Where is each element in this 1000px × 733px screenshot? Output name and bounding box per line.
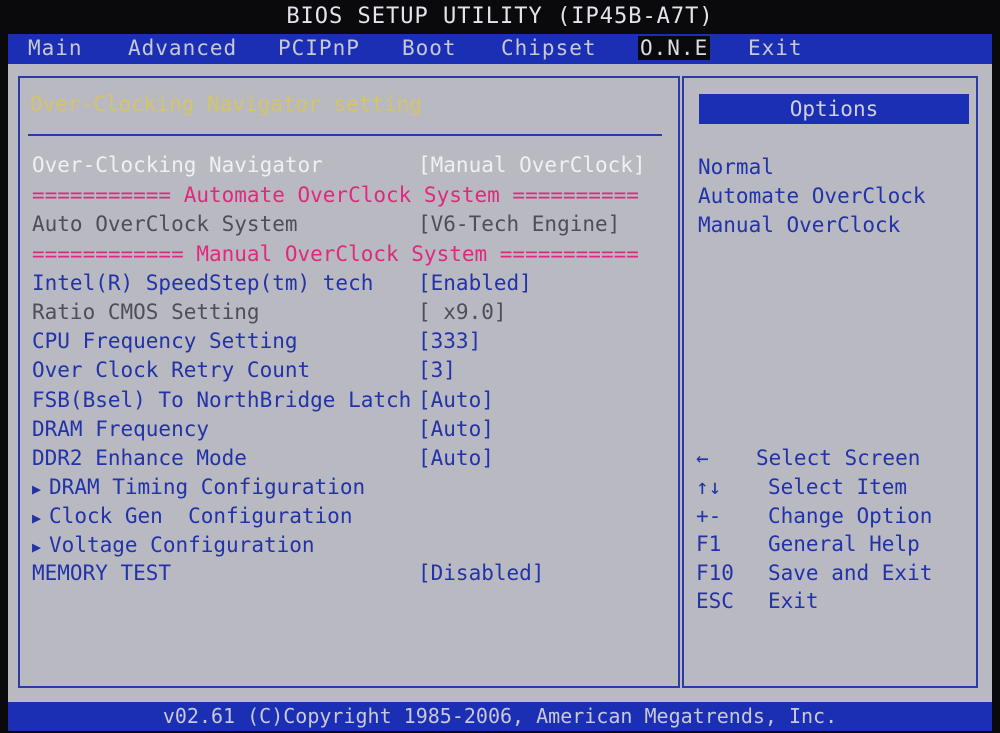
- key-left-arrow-icon: ←: [696, 446, 709, 470]
- submenu-voltage-label: Voltage Configuration: [49, 533, 315, 557]
- setting-speedstep-label[interactable]: Intel(R) SpeedStep(tm) tech: [32, 271, 373, 295]
- setting-dram-freq-label[interactable]: DRAM Frequency: [32, 417, 209, 441]
- window-title: BIOS SETUP UTILITY (IP45B-A7T): [286, 4, 714, 29]
- tab-exit[interactable]: Exit: [748, 36, 803, 60]
- help-save-exit: Save and Exit: [768, 561, 933, 585]
- setting-dram-freq-value[interactable]: [Auto]: [418, 417, 494, 441]
- section-title: Over-Clocking Navigator setting: [30, 92, 422, 116]
- tab-advanced[interactable]: Advanced: [128, 36, 237, 60]
- help-select-screen: Select Screen: [756, 446, 921, 470]
- setting-cpu-freq-label[interactable]: CPU Frequency Setting: [32, 329, 298, 353]
- setting-cpu-freq-value[interactable]: [333]: [418, 329, 481, 353]
- arrow-right-icon: ▶: [32, 538, 42, 556]
- submenu-voltage[interactable]: ▶ Voltage Configuration: [32, 533, 315, 557]
- key-updown-arrow-icon: ↑↓: [696, 475, 722, 499]
- help-exit: Exit: [768, 589, 819, 613]
- setting-oc-navigator-label[interactable]: Over-Clocking Navigator: [32, 153, 323, 177]
- option-manual-overclock[interactable]: Manual OverClock: [698, 213, 900, 237]
- arrow-right-icon: ▶: [32, 480, 42, 498]
- submenu-clock-gen-label: Clock Gen Configuration: [49, 504, 353, 528]
- setting-auto-oc-label: Auto OverClock System: [32, 212, 298, 236]
- key-f1: F1: [696, 532, 722, 556]
- setting-ratio-label: Ratio CMOS Setting: [32, 300, 260, 324]
- submenu-clock-gen[interactable]: ▶ Clock Gen Configuration: [32, 504, 352, 528]
- separator-automate: =========== Automate OverClock System ==…: [32, 183, 638, 207]
- setting-auto-oc-value: [V6-Tech Engine]: [418, 212, 621, 236]
- setting-memtest-value[interactable]: [Disabled]: [418, 561, 544, 585]
- submenu-dram-timing[interactable]: ▶ DRAM Timing Configuration: [32, 475, 365, 499]
- tab-boot[interactable]: Boot: [402, 36, 457, 60]
- help-change-option: Change Option: [768, 504, 933, 528]
- setting-fsb-label[interactable]: FSB(Bsel) To NorthBridge Latch: [32, 388, 411, 412]
- help-select-item: Select Item: [768, 475, 908, 499]
- option-normal[interactable]: Normal: [698, 155, 774, 179]
- setting-fsb-value[interactable]: [Auto]: [418, 388, 494, 412]
- menu-bar: Main Advanced PCIPnP Boot Chipset O.N.E …: [8, 34, 992, 64]
- tab-chipset[interactable]: Chipset: [501, 36, 597, 60]
- setting-ddr2-label[interactable]: DDR2 Enhance Mode: [32, 446, 247, 470]
- key-plus-minus: +-: [696, 504, 722, 528]
- options-header: Options: [699, 94, 969, 124]
- section-divider: [28, 134, 662, 136]
- setting-retry-label[interactable]: Over Clock Retry Count: [32, 358, 310, 382]
- arrow-right-icon: ▶: [32, 509, 42, 527]
- submenu-dram-timing-label: DRAM Timing Configuration: [49, 475, 366, 499]
- setting-oc-navigator-value[interactable]: [Manual OverClock]: [418, 153, 646, 177]
- setting-ratio-value: [ x9.0]: [418, 300, 507, 324]
- setting-memtest-label[interactable]: MEMORY TEST: [32, 561, 171, 585]
- key-f10: F10: [696, 561, 734, 585]
- setting-ddr2-value[interactable]: [Auto]: [418, 446, 494, 470]
- tab-main[interactable]: Main: [28, 36, 83, 60]
- setting-retry-value[interactable]: [3]: [418, 358, 456, 382]
- separator-manual: ============ Manual OverClock System ===…: [32, 242, 638, 266]
- setting-speedstep-value[interactable]: [Enabled]: [418, 271, 532, 295]
- tab-pcipnp[interactable]: PCIPnP: [278, 36, 360, 60]
- key-esc: ESC: [696, 589, 734, 613]
- option-automate-overclock[interactable]: Automate OverClock: [698, 184, 926, 208]
- copyright-footer: v02.61 (C)Copyright 1985-2006, American …: [8, 702, 992, 731]
- help-general-help: General Help: [768, 532, 920, 556]
- tab-one[interactable]: O.N.E: [638, 36, 711, 60]
